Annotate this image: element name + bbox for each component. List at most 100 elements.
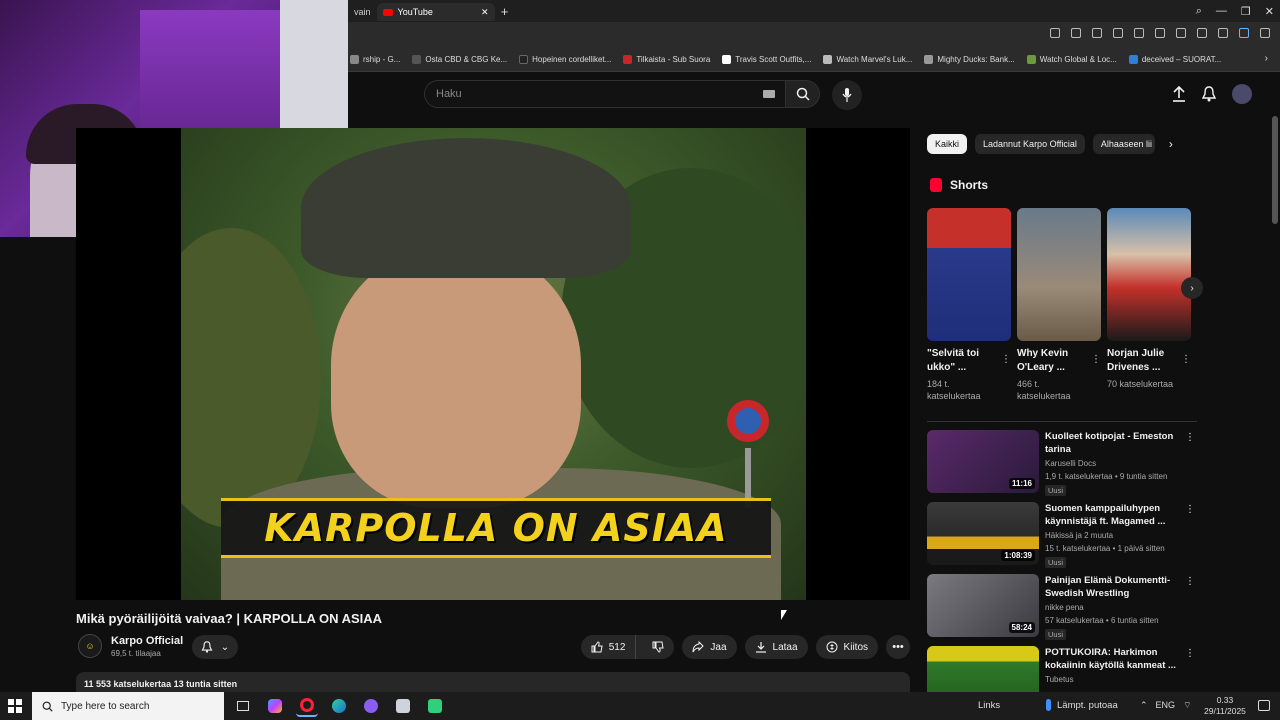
restore-icon[interactable]: ❐ — [1241, 5, 1251, 18]
notifications-bell-icon[interactable] — [1202, 86, 1216, 102]
list-item[interactable]: 58:24 Painijan Elämä Dokumentti- Swedish… — [927, 574, 1197, 646]
search-button[interactable] — [786, 80, 820, 108]
language-indicator[interactable]: ENG — [1156, 700, 1176, 711]
close-tab-icon[interactable]: ✕ — [481, 7, 489, 18]
copilot-icon[interactable] — [264, 695, 286, 717]
keyboard-icon[interactable] — [763, 90, 775, 98]
download-button[interactable]: Lataa — [744, 635, 808, 659]
extension-icon[interactable] — [1113, 28, 1123, 38]
bookmark-favicon-icon — [722, 55, 732, 64]
more-vertical-icon[interactable]: ⋮ — [1185, 432, 1195, 443]
bookmark-item[interactable]: Watch Global & Loc... — [1026, 55, 1117, 64]
bookmark-favicon-icon — [823, 55, 833, 64]
close-window-icon[interactable]: ✕ — [1265, 5, 1274, 18]
channel-avatar[interactable]: ☺ — [78, 634, 102, 658]
chevron-right-icon[interactable]: › — [1163, 137, 1173, 151]
minimize-icon[interactable]: — — [1216, 5, 1227, 17]
bookmark-item[interactable]: Watch Marvel's Luk... — [823, 55, 912, 64]
channel-name[interactable]: Karpo Official — [111, 635, 183, 647]
bookmark-favicon-icon — [350, 55, 359, 64]
more-vertical-icon[interactable]: ⋮ — [1185, 576, 1195, 587]
bookmark-item[interactable]: Mighty Ducks: Bank... — [924, 55, 1015, 64]
share-icon — [692, 641, 705, 653]
thanks-button[interactable]: Kiitos — [815, 635, 878, 659]
wallet-icon[interactable] — [1218, 28, 1228, 38]
system-tray: ⌃ ENG ⌔ — [1140, 700, 1192, 711]
shorts-next-button[interactable]: › — [1181, 277, 1203, 299]
chip-uploaded-by[interactable]: Ladannut Karpo Official — [975, 134, 1085, 154]
more-vertical-icon[interactable]: ⋮ — [1185, 504, 1195, 515]
more-vertical-icon[interactable]: ⋮ — [1185, 648, 1195, 659]
home-icon[interactable] — [1071, 28, 1081, 38]
taskbar-search[interactable]: Type here to search — [32, 692, 224, 720]
video-player[interactable]: KARPOLLA ON ASIAA — [76, 128, 910, 600]
upload-icon[interactable] — [1172, 86, 1186, 102]
chevron-down-icon: ⌄ — [220, 641, 230, 653]
shield-icon[interactable] — [1092, 28, 1102, 38]
chip-related[interactable]: Alhaaseen lii — [1092, 134, 1155, 154]
dislike-button[interactable] — [642, 635, 674, 659]
bookmark-item[interactable]: Hopeinen cordelliket... — [519, 55, 611, 64]
subscription-bell-button[interactable]: ⌄ — [192, 635, 238, 659]
subscriber-count: 69,5 t. tilaajaa — [111, 649, 161, 658]
settings-icon[interactable] — [1260, 28, 1270, 38]
vpn-icon[interactable] — [1239, 28, 1249, 38]
network-icon[interactable]: ⌔ — [1183, 700, 1191, 711]
bookmark-item[interactable]: Tilkaista - Sub Suora — [623, 55, 710, 64]
windows-start-icon[interactable] — [8, 699, 22, 713]
bookmark-item[interactable]: deceived – SUORAT... — [1128, 55, 1221, 64]
notifications-icon[interactable] — [1258, 700, 1270, 711]
new-tab-button[interactable]: + — [495, 4, 515, 19]
edge-icon[interactable] — [328, 695, 350, 717]
bookmark-item[interactable]: rship - G... — [350, 55, 400, 64]
edit-icon[interactable] — [1050, 28, 1060, 38]
more-vertical-icon[interactable]: ⋮ — [1091, 354, 1101, 365]
links-toolbar[interactable]: Links — [978, 700, 1000, 711]
chip-all[interactable]: Kaikki — [927, 134, 968, 154]
discord-icon[interactable] — [360, 695, 382, 717]
browser-tab-previous[interactable]: vain — [348, 3, 377, 21]
task-view-icon[interactable] — [232, 695, 254, 717]
page-scrollbar[interactable] — [1272, 116, 1278, 686]
more-actions-button[interactable]: ••• — [886, 635, 910, 659]
heart-icon[interactable] — [1155, 28, 1165, 38]
search-icon — [796, 87, 810, 101]
account-avatar[interactable] — [1232, 84, 1252, 104]
like-count: 512 — [608, 641, 626, 653]
clock[interactable]: 0.33 29/11/2025 — [1204, 695, 1246, 717]
like-button[interactable]: 512 — [581, 635, 637, 659]
short-thumbnail — [1107, 208, 1191, 341]
chevron-right-icon[interactable]: › — [1265, 53, 1268, 64]
owner-row: ☺ Karpo Official 69,5 t. tilaajaa ⌄ 512 … — [76, 632, 910, 662]
download-icon[interactable] — [1176, 28, 1186, 38]
video-duration: 1:08:39 — [1001, 550, 1035, 561]
share-button[interactable]: Jaa — [682, 635, 737, 659]
video-actions: 512 Jaa Lataa Kiitos ••• — [580, 635, 910, 659]
search-box — [424, 80, 786, 108]
search-input[interactable] — [425, 81, 725, 107]
more-vertical-icon[interactable]: ⋮ — [1181, 354, 1191, 365]
chevron-up-icon[interactable]: ⌃ — [1140, 700, 1148, 711]
weather-widget[interactable]: Lämpt. putoaa — [1046, 699, 1118, 711]
more-vertical-icon[interactable]: ⋮ — [1001, 354, 1011, 365]
search-tabs-icon[interactable]: ⌕ — [1196, 5, 1202, 18]
browser-tab-youtube[interactable]: YouTube ✕ — [376, 3, 495, 21]
masthead-actions — [1172, 84, 1252, 104]
scrollbar-thumb[interactable] — [1272, 116, 1278, 224]
download-icon — [755, 642, 766, 653]
list-item[interactable]: 1:08:39 Suomen kamppailuhypen käynnistäj… — [927, 502, 1197, 574]
video-duration: 11:16 — [1008, 478, 1035, 489]
short-item[interactable]: Why Kevin O'Leary ... 466 t. katselukert… — [1017, 208, 1101, 402]
app-green-icon[interactable] — [424, 695, 446, 717]
bookmark-item[interactable]: Travis Scott Outfits,... — [722, 55, 811, 64]
bookmark-item[interactable]: Osta CBD & CBG Ke... — [412, 55, 507, 64]
short-item[interactable]: "Selvitä toi ukko" ... 184 t. katseluker… — [927, 208, 1011, 402]
app-icon[interactable] — [392, 695, 414, 717]
play-icon[interactable] — [1134, 28, 1144, 38]
voice-search-button[interactable] — [832, 80, 862, 110]
short-item[interactable]: Norjan Julie Drivenes ... 70 katselukert… — [1107, 208, 1191, 402]
list-item[interactable]: 11:16 Kuolleet kotipojat - Emeston tarin… — [927, 430, 1197, 502]
new-badge: Uusi — [1045, 557, 1067, 568]
opera-gx-icon[interactable] — [296, 695, 318, 717]
menu-icon[interactable] — [1197, 28, 1207, 38]
